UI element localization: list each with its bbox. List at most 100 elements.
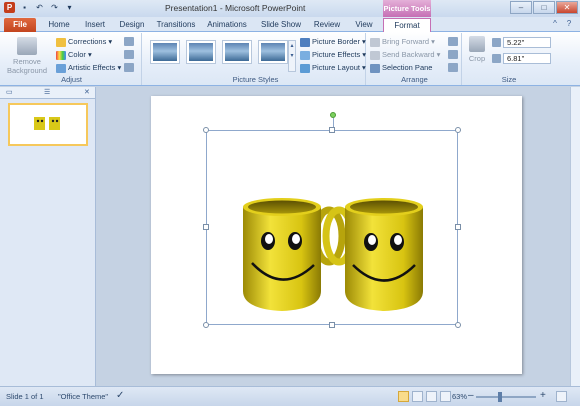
picture-effects-button[interactable]: Picture Effects ▾ bbox=[300, 50, 366, 60]
picture-style-1[interactable] bbox=[150, 40, 180, 64]
slide-sorter-view-button[interactable] bbox=[412, 391, 423, 402]
quick-access-toolbar: P ▪ ↶ ↷ ▾ bbox=[4, 2, 75, 13]
corrections-icon bbox=[56, 37, 66, 47]
smiley-mugs-picture[interactable] bbox=[207, 131, 459, 326]
tab-view[interactable]: View bbox=[350, 18, 378, 32]
close-pane-icon[interactable]: ✕ bbox=[84, 88, 90, 96]
vertical-scrollbar[interactable] bbox=[570, 87, 580, 386]
resize-handle-top-left[interactable] bbox=[203, 127, 209, 133]
tab-animations[interactable]: Animations bbox=[204, 18, 250, 32]
compress-pictures-icon[interactable] bbox=[124, 37, 134, 46]
color-button[interactable]: Color ▾ bbox=[56, 50, 92, 60]
tab-insert[interactable]: Insert bbox=[80, 18, 110, 32]
bring-forward-icon bbox=[370, 37, 380, 47]
group-adjust: Remove Background Corrections ▾ Color ▾ … bbox=[2, 33, 142, 85]
selection-pane-icon bbox=[370, 63, 380, 73]
thumbnail-mugs-image bbox=[34, 117, 60, 130]
picture-layout-button[interactable]: Picture Layout ▾ bbox=[300, 63, 366, 73]
normal-view-button[interactable] bbox=[398, 391, 409, 402]
zoom-slider[interactable] bbox=[476, 396, 536, 398]
resize-handle-bottom-right[interactable] bbox=[455, 322, 461, 328]
crop-button[interactable]: Crop bbox=[466, 36, 488, 63]
rotate-icon[interactable] bbox=[448, 63, 458, 72]
minimize-icon[interactable]: – bbox=[510, 1, 532, 14]
gallery-scroll[interactable]: ▴ ▾ bbox=[288, 40, 296, 72]
picture-selection[interactable] bbox=[206, 130, 458, 325]
align-icon[interactable] bbox=[448, 37, 458, 46]
ribbon: Remove Background Corrections ▾ Color ▾ … bbox=[0, 32, 580, 86]
width-field[interactable]: 6.81" bbox=[503, 53, 551, 64]
rotation-handle[interactable] bbox=[330, 112, 336, 118]
picture-tools-header: Picture Tools bbox=[383, 0, 431, 17]
redo-icon[interactable]: ↷ bbox=[49, 2, 60, 13]
slides-pane: ▭ ☰ ✕ 1 bbox=[0, 87, 96, 386]
selection-pane-button[interactable]: Selection Pane bbox=[370, 63, 432, 73]
save-icon[interactable]: ▪ bbox=[19, 2, 30, 13]
slide-indicator: Slide 1 of 1 bbox=[6, 392, 44, 401]
slide-thumbnail[interactable] bbox=[8, 103, 88, 146]
resize-handle-bottom-left[interactable] bbox=[203, 322, 209, 328]
spelling-check-icon[interactable]: ✓ bbox=[116, 390, 124, 401]
resize-handle-right[interactable] bbox=[455, 224, 461, 230]
minimize-ribbon-icon[interactable]: ^ bbox=[550, 19, 560, 29]
tab-design[interactable]: Design bbox=[116, 18, 148, 32]
tab-transitions[interactable]: Transitions bbox=[154, 18, 198, 32]
picture-style-3[interactable] bbox=[222, 40, 252, 64]
remove-background-button[interactable]: Remove Background bbox=[4, 37, 50, 75]
tab-review[interactable]: Review bbox=[310, 18, 344, 32]
slide[interactable] bbox=[151, 96, 522, 374]
slide-editing-area bbox=[97, 87, 580, 386]
zoom-level[interactable]: 63% bbox=[452, 392, 467, 401]
size-group-label: Size bbox=[501, 75, 517, 84]
adjust-group-label: Adjust bbox=[61, 75, 82, 84]
tab-home[interactable]: Home bbox=[44, 18, 74, 32]
picture-style-2[interactable] bbox=[186, 40, 216, 64]
powerpoint-app-icon[interactable]: P bbox=[4, 2, 15, 13]
resize-handle-top[interactable] bbox=[329, 127, 335, 133]
picture-style-4[interactable] bbox=[258, 40, 288, 64]
shape-width-icon bbox=[492, 54, 501, 63]
resize-handle-top-right[interactable] bbox=[455, 127, 461, 133]
close-icon[interactable]: ✕ bbox=[556, 1, 578, 14]
corrections-button[interactable]: Corrections ▾ bbox=[56, 37, 112, 47]
window-title: Presentation1 - Microsoft PowerPoint bbox=[165, 3, 306, 13]
shape-height-icon bbox=[492, 38, 501, 47]
status-bar: Slide 1 of 1 "Office Theme" ✓ 63% – + bbox=[0, 386, 580, 406]
bring-forward-button[interactable]: Bring Forward ▾ bbox=[370, 37, 435, 47]
slide-show-view-button[interactable] bbox=[440, 391, 451, 402]
title-bar: P ▪ ↶ ↷ ▾ Presentation1 - Microsoft Powe… bbox=[0, 0, 580, 17]
picture-effects-icon bbox=[300, 50, 310, 60]
resize-handle-left[interactable] bbox=[203, 224, 209, 230]
picture-styles-group-label: Picture Styles bbox=[232, 75, 279, 84]
theme-name[interactable]: "Office Theme" bbox=[58, 392, 108, 401]
group-size: Crop 5.22" 6.81" Size bbox=[464, 33, 554, 85]
customize-qat-icon[interactable]: ▾ bbox=[64, 2, 75, 13]
zoom-slider-thumb[interactable] bbox=[498, 392, 502, 402]
picture-border-button[interactable]: Picture Border ▾ bbox=[300, 37, 366, 47]
help-icon[interactable]: ? bbox=[564, 19, 574, 29]
height-field[interactable]: 5.22" bbox=[503, 37, 551, 48]
artistic-effects-icon bbox=[56, 63, 66, 73]
change-picture-icon[interactable] bbox=[124, 50, 134, 59]
tab-slide-show[interactable]: Slide Show bbox=[258, 18, 304, 32]
artistic-effects-button[interactable]: Artistic Effects ▾ bbox=[56, 63, 121, 73]
undo-icon[interactable]: ↶ bbox=[34, 2, 45, 13]
reading-view-button[interactable] bbox=[426, 391, 437, 402]
tab-file[interactable]: File bbox=[4, 18, 36, 32]
outline-tab-icon[interactable]: ☰ bbox=[44, 88, 50, 96]
maximize-icon[interactable]: □ bbox=[533, 1, 555, 14]
send-backward-button[interactable]: Send Backward ▾ bbox=[370, 50, 440, 60]
group-picture-styles: ▴ ▾ Picture Border ▾ Picture Effects ▾ Pi… bbox=[146, 33, 366, 85]
resize-handle-bottom[interactable] bbox=[329, 322, 335, 328]
zoom-out-icon[interactable]: – bbox=[468, 390, 474, 401]
remove-background-icon bbox=[17, 37, 37, 55]
slides-tab-icon[interactable]: ▭ bbox=[6, 88, 13, 96]
fit-slide-to-window-button[interactable] bbox=[556, 391, 567, 402]
group-arrange: Bring Forward ▾ Send Backward ▾ Selectio… bbox=[368, 33, 462, 85]
group-icon[interactable] bbox=[448, 50, 458, 59]
zoom-in-icon[interactable]: + bbox=[540, 390, 546, 401]
reset-picture-icon[interactable] bbox=[124, 63, 134, 72]
tab-format[interactable]: Format bbox=[383, 18, 431, 32]
picture-layout-icon bbox=[300, 63, 310, 73]
color-icon bbox=[56, 50, 66, 60]
